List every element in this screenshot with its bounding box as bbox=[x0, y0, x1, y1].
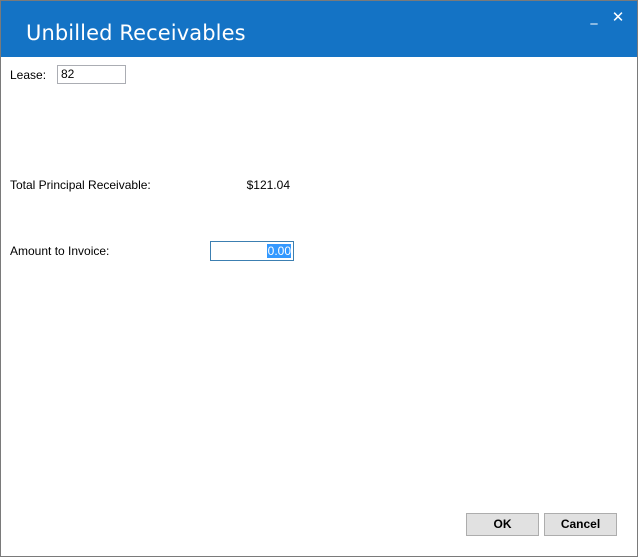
minimize-button[interactable]: _ bbox=[585, 9, 603, 27]
amount-to-invoice-label: Amount to Invoice: bbox=[10, 244, 110, 258]
dialog-title: Unbilled Receivables bbox=[26, 21, 246, 45]
ok-button[interactable]: OK bbox=[466, 513, 539, 536]
title-bar: Unbilled Receivables _ ✕ bbox=[1, 1, 637, 57]
amount-to-invoice-input[interactable]: 0.00 bbox=[210, 241, 294, 261]
total-principal-receivable-value: $121.04 bbox=[246, 178, 290, 192]
total-principal-receivable-label: Total Principal Receivable: bbox=[10, 178, 151, 192]
close-button[interactable]: ✕ bbox=[609, 9, 627, 27]
unbilled-receivables-dialog: Unbilled Receivables _ ✕ Lease: 82 Total… bbox=[0, 0, 638, 557]
lease-label: Lease: bbox=[10, 68, 47, 82]
cancel-button[interactable]: Cancel bbox=[544, 513, 617, 536]
lease-input[interactable]: 82 bbox=[57, 65, 126, 84]
amount-to-invoice-selected-text: 0.00 bbox=[266, 244, 291, 258]
